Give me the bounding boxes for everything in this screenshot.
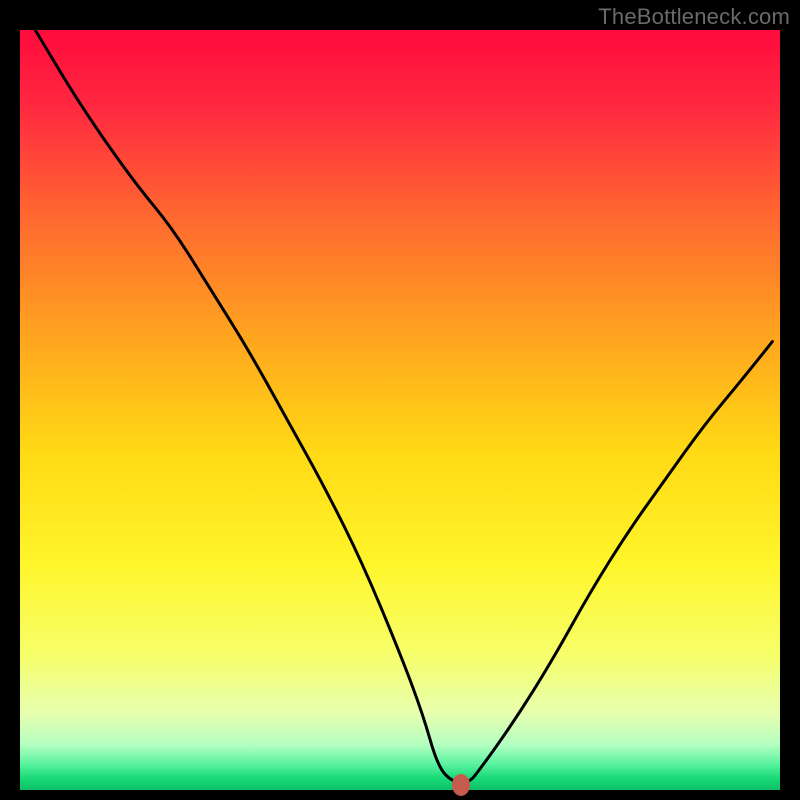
bottleneck-curve [20,30,780,790]
plot-area [20,30,780,790]
optimal-point-marker [452,774,470,796]
attribution-text: TheBottleneck.com [598,4,790,30]
chart-frame: TheBottleneck.com [0,0,800,800]
